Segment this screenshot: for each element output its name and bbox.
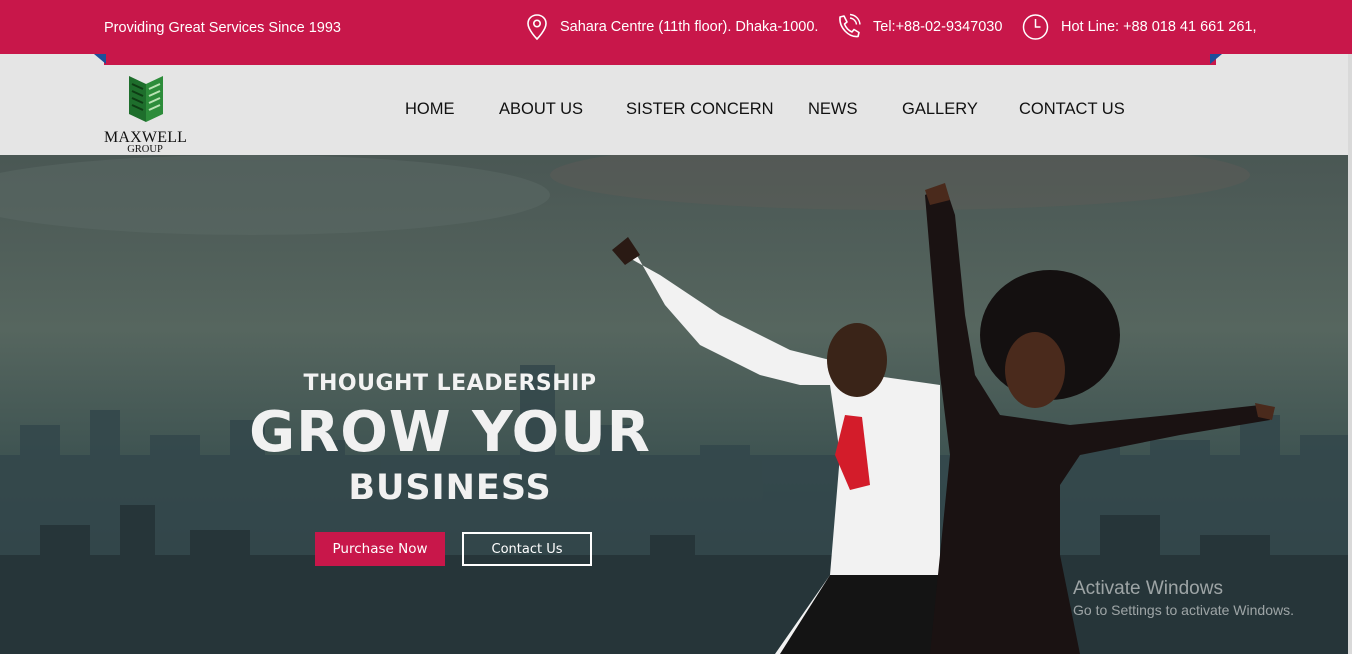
watermark-title: Activate Windows xyxy=(1073,578,1223,599)
contact-us-button[interactable]: Contact Us xyxy=(462,532,592,566)
maxwell-logo-icon xyxy=(129,76,163,122)
nav-home[interactable]: HOME xyxy=(405,100,455,119)
hero-subtitle: THOUGHT LEADERSHIP xyxy=(303,371,597,396)
hotline-text: Hot Line: +88 018 41 661 261, xyxy=(1061,19,1257,35)
hero-title-line2: BUSINESS xyxy=(348,468,552,508)
hero-banner: THOUGHT LEADERSHIP GROW YOUR BUSINESS Pu… xyxy=(0,155,1352,654)
nav-about-us[interactable]: ABOUT US xyxy=(499,100,583,119)
hotline-item: Hot Line: +88 018 41 661 261, xyxy=(1022,12,1257,42)
main-navbar: MAXWELL GROUP HOME ABOUT US SISTER CONCE… xyxy=(0,54,1352,155)
nav-gallery[interactable]: GALLERY xyxy=(902,100,978,119)
clock-icon xyxy=(1022,14,1049,40)
logo[interactable]: MAXWELL GROUP xyxy=(104,74,187,156)
phone-text: Tel:+88-02-9347030 xyxy=(873,19,1003,35)
top-info-bar: Providing Great Services Since 1993 Saha… xyxy=(0,0,1352,54)
page-scrollbar[interactable] xyxy=(1348,54,1352,654)
nav-news[interactable]: NEWS xyxy=(808,100,858,119)
phone-icon xyxy=(839,13,861,38)
ribbon-band xyxy=(104,54,1216,65)
nav-sister-concern[interactable]: SISTER CONCERN xyxy=(626,100,774,119)
address-text: Sahara Centre (11th floor). Dhaka-1000. xyxy=(560,19,819,35)
tagline: Providing Great Services Since 1993 xyxy=(104,20,341,36)
address-item: Sahara Centre (11th floor). Dhaka-1000. xyxy=(526,12,818,42)
hero-title: GROW YOUR xyxy=(249,400,651,465)
nav-contact-us[interactable]: CONTACT US xyxy=(1019,100,1125,119)
purchase-now-button[interactable]: Purchase Now xyxy=(315,532,445,566)
location-pin-icon xyxy=(527,14,547,41)
phone-item: Tel:+88-02-9347030 xyxy=(835,12,1002,42)
ribbon-fold-left xyxy=(94,54,106,64)
windows-activation-watermark: Activate Windows Go to Settings to activ… xyxy=(1073,578,1294,618)
watermark-text: Go to Settings to activate Windows. xyxy=(1073,602,1294,618)
ribbon-fold-right xyxy=(1210,54,1222,64)
logo-sub: GROUP xyxy=(127,144,163,155)
